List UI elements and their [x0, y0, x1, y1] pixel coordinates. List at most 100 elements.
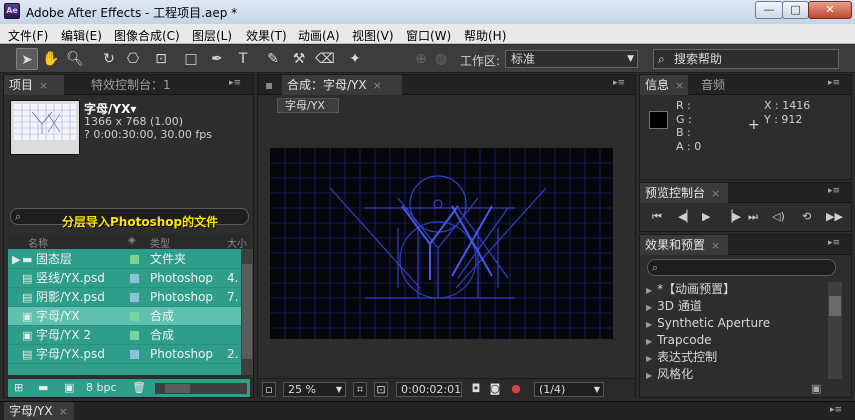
next-frame-icon[interactable]: ▕▶: [724, 210, 741, 223]
menu-view[interactable]: 视图(V): [352, 27, 394, 44]
close-tab-icon[interactable]: ×: [59, 405, 68, 418]
panel-menu-icon[interactable]: ▸≡: [828, 186, 840, 196]
always-preview-icon[interactable]: ▫: [262, 382, 276, 397]
zoom-dropdown[interactable]: 25 % ▼: [283, 382, 346, 397]
timecode-display[interactable]: 0:00:02:01: [396, 382, 462, 397]
show-snapshot-icon[interactable]: ◙: [488, 382, 502, 397]
tab-audio[interactable]: 音频: [696, 75, 741, 95]
hand-tool-icon[interactable]: ✋: [40, 48, 62, 70]
tab-effects-presets[interactable]: 效果和预置 ×: [640, 235, 728, 255]
scrollbar-thumb[interactable]: [165, 384, 190, 393]
close-tab-icon[interactable]: ×: [711, 187, 720, 200]
menu-edit[interactable]: 编辑(E): [61, 27, 102, 44]
fx-category[interactable]: ▶ 表达式控制: [646, 349, 717, 366]
previous-frame-icon[interactable]: ◀▏: [678, 210, 695, 223]
panel-menu-icon[interactable]: ▸≡: [830, 405, 842, 415]
scrollbar-thumb[interactable]: [829, 296, 841, 316]
maximize-button[interactable]: □: [782, 1, 809, 19]
fx-category[interactable]: ▶ Synthetic Aperture: [646, 315, 770, 332]
world-axis-icon[interactable]: ◍: [430, 48, 452, 70]
new-preset-icon[interactable]: ▣: [811, 382, 821, 395]
new-comp-icon[interactable]: ▣: [64, 381, 74, 394]
column-type[interactable]: 类型: [150, 235, 170, 250]
resolution-dropdown[interactable]: (1/4) ▼: [534, 382, 604, 397]
puppet-pin-tool-icon[interactable]: ✦: [344, 48, 366, 70]
axis-mode-icon[interactable]: ⊕: [410, 48, 432, 70]
label-tag-icon[interactable]: ◈: [128, 235, 136, 246]
zoom-tool-icon[interactable]: 🔍︎: [64, 48, 86, 70]
close-tab-icon[interactable]: ×: [373, 79, 382, 92]
selection-tool-icon[interactable]: ➤: [16, 48, 38, 70]
composition-viewer[interactable]: [270, 148, 613, 339]
rotate-tool-icon[interactable]: ↻: [98, 48, 120, 70]
column-size[interactable]: 大小: [227, 235, 247, 250]
tab-project[interactable]: 项目 ×: [4, 75, 64, 95]
menu-file[interactable]: 文件(F): [8, 27, 48, 44]
play-icon[interactable]: ▶: [702, 210, 710, 223]
close-button[interactable]: ✕: [808, 1, 852, 19]
panel-menu-icon[interactable]: ▸≡: [229, 78, 241, 88]
project-vertical-scrollbar[interactable]: [241, 249, 253, 375]
help-search-input[interactable]: ⌕ 搜索帮助: [653, 49, 839, 69]
eraser-tool-icon[interactable]: ⌫: [314, 48, 336, 70]
ram-preview-icon[interactable]: ▶▶: [826, 210, 843, 223]
trash-icon[interactable]: 🗑︎: [132, 381, 146, 394]
tab-preview[interactable]: 预览控制台 ×: [640, 183, 728, 203]
bit-depth[interactable]: 8 bpc: [86, 381, 117, 394]
effects-scrollbar[interactable]: [828, 282, 842, 379]
menu-layer[interactable]: 图层(L): [192, 27, 232, 44]
label-color[interactable]: [130, 255, 139, 264]
label-color[interactable]: [130, 312, 139, 321]
close-tab-icon[interactable]: ×: [39, 79, 48, 92]
menu-effect[interactable]: 效果(T): [246, 27, 287, 44]
column-name[interactable]: 名称: [28, 235, 48, 250]
pan-behind-tool-icon[interactable]: ⊡: [150, 48, 172, 70]
project-row[interactable]: ▤ 字母/YX.psd Photoshop 2.: [8, 345, 241, 364]
clone-stamp-tool-icon[interactable]: ⚒: [288, 48, 310, 70]
loop-icon[interactable]: ⟲: [802, 210, 811, 223]
safe-zones-icon[interactable]: ⌗: [353, 382, 367, 397]
rectangle-tool-icon[interactable]: □: [180, 48, 202, 70]
fit-frame-icon[interactable]: ⊡: [374, 382, 388, 397]
last-frame-icon[interactable]: ⏭: [748, 210, 758, 224]
close-tab-icon[interactable]: ×: [675, 79, 684, 92]
close-tab-icon[interactable]: ×: [711, 239, 720, 252]
label-color[interactable]: [130, 331, 139, 340]
fx-category[interactable]: ▶ *【动画预置】: [646, 281, 735, 298]
channels-icon[interactable]: ●: [508, 382, 524, 397]
text-tool-icon[interactable]: T: [232, 48, 254, 70]
fx-category[interactable]: ▶ 3D 通道: [646, 298, 702, 315]
panel-menu-icon[interactable]: ▸≡: [828, 78, 840, 88]
tab-composition[interactable]: 合成：字母/YX ×: [282, 75, 402, 95]
project-row[interactable]: ▤ 竖线/YX.psd Photoshop 4.: [8, 269, 241, 288]
label-color[interactable]: [130, 274, 139, 283]
interpret-footage-icon[interactable]: ⊞: [14, 381, 23, 394]
project-row[interactable]: ▶ ▬ 固态层 文件夹: [8, 250, 241, 269]
menu-help[interactable]: 帮助(H): [464, 27, 506, 44]
new-folder-icon[interactable]: ▬: [38, 381, 48, 394]
brush-tool-icon[interactable]: ✎: [262, 48, 284, 70]
menu-animation[interactable]: 动画(A): [298, 27, 340, 44]
lock-icon[interactable]: ▪: [260, 75, 280, 95]
snapshot-icon[interactable]: ◘: [469, 382, 483, 397]
tab-effect-controls[interactable]: 特效控制台：1: [86, 75, 201, 95]
panel-menu-icon[interactable]: ▸≡: [828, 238, 840, 248]
audio-icon[interactable]: ◁): [772, 210, 785, 223]
first-frame-icon[interactable]: ⏮: [652, 210, 662, 224]
minimize-button[interactable]: —: [755, 1, 783, 19]
fx-category[interactable]: ▶ 风格化: [646, 366, 693, 383]
tab-info[interactable]: 信息 ×: [640, 75, 688, 95]
expand-arrow-icon[interactable]: ▶: [12, 250, 20, 269]
label-color[interactable]: [130, 293, 139, 302]
pen-tool-icon[interactable]: ✒: [206, 48, 228, 70]
project-row[interactable]: ▣ 字母/YX 2 合成: [8, 326, 241, 345]
menu-composition[interactable]: 图像合成(C): [114, 27, 180, 44]
camera-orbit-tool-icon[interactable]: ⎔: [122, 48, 144, 70]
comp-breadcrumb[interactable]: 字母/YX: [277, 98, 339, 113]
effects-search-input[interactable]: ⌕: [647, 259, 836, 276]
workspace-dropdown[interactable]: 标准 ▼: [505, 50, 638, 68]
scrollbar-thumb[interactable]: [242, 264, 252, 359]
project-row[interactable]: ▤ 阴影/YX.psd Photoshop 7.: [8, 288, 241, 307]
label-color[interactable]: [130, 350, 139, 359]
project-row[interactable]: ▣ 字母/YX 合成: [8, 307, 241, 326]
